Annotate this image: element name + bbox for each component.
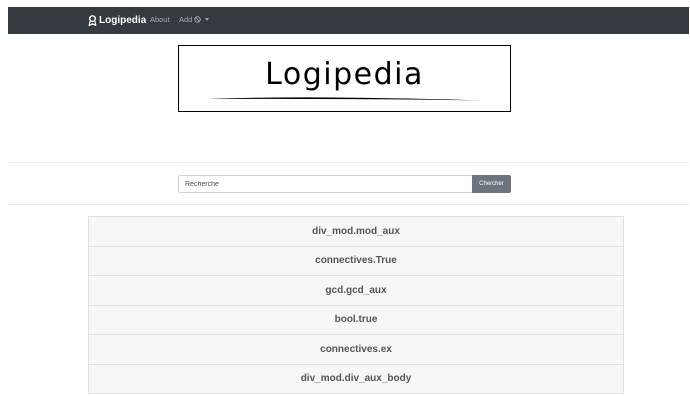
divider <box>8 204 689 205</box>
list-item[interactable]: gcd.gcd_aux <box>89 276 623 306</box>
nav-about-link[interactable]: About <box>150 15 170 24</box>
logipedia-logo: Logipedia <box>178 45 511 112</box>
nav-add-label: Add <box>179 15 193 24</box>
brand-link[interactable]: Logipedia <box>88 13 146 28</box>
search-input[interactable] <box>178 175 472 193</box>
brand-label: Logipedia <box>99 15 147 26</box>
caret-down-icon <box>205 18 210 21</box>
logo-underline <box>207 97 481 101</box>
results-list: div_mod.mod_aux connectives.True gcd.gcd… <box>88 216 624 394</box>
list-item[interactable]: connectives.True <box>89 247 623 276</box>
list-item[interactable]: connectives.ex <box>89 335 623 365</box>
navbar: Logipedia About Add <box>8 7 689 34</box>
list-item[interactable]: div_mod.div_aux_body <box>89 365 623 394</box>
list-item[interactable]: bool.true <box>89 306 623 335</box>
nav-about-label: About <box>150 15 170 24</box>
nav-add-dropdown[interactable]: Add <box>179 15 210 24</box>
divider <box>8 162 689 163</box>
search-button[interactable]: Chercher <box>472 175 511 193</box>
award-icon <box>88 15 97 26</box>
list-item[interactable]: div_mod.mod_aux <box>89 217 623 247</box>
block-icon <box>194 16 202 23</box>
